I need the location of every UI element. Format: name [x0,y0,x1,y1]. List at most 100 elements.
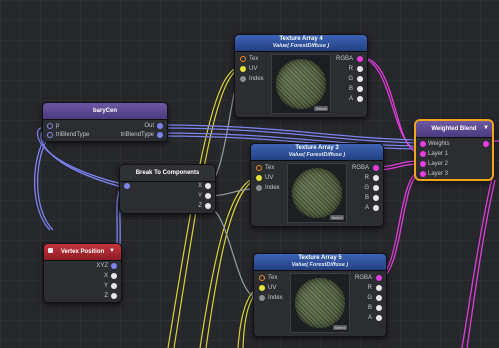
node-header[interactable]: baryCen [43,103,167,120]
index-input-label: Index [268,295,283,301]
z-output-label: Z [198,203,202,209]
b-output-label: B [367,305,372,311]
p-input-port[interactable] [47,123,53,129]
uv-input-port[interactable] [256,175,262,181]
b-output-label: B [364,195,369,201]
out-output-label: Out [144,123,154,129]
xyz-output-port[interactable] [111,263,117,269]
uv-input-port[interactable] [240,66,246,72]
node-header[interactable]: Vertex Position ▼ [44,244,121,261]
uv-input-label: UV [268,285,277,291]
texture-array-3-node[interactable]: Texture Array 3 Value( ForestDiffuse ) T… [250,143,384,227]
select-texture-button[interactable]: Select [314,106,328,111]
texture-disc [292,168,342,218]
xyz-output-label: XYZ [96,263,108,269]
barycen-node[interactable]: baryCen p triBlendType Out triBlendType [42,102,168,142]
out-output-port[interactable] [157,123,163,129]
weighted-blend-node[interactable]: Weighted Blend ▼ Weights Layer 1 Layer 2… [414,119,494,181]
layer-2-input-port[interactable] [420,161,426,167]
g-output-port[interactable] [373,185,379,191]
tex-input-port[interactable] [259,275,265,281]
triblendtype-output-port[interactable] [157,132,163,138]
node-subtitle: Value( ForestDiffuse ) [272,43,330,49]
uv-input-label: UV [265,175,274,181]
triblendtype-output-label: triBlendType [120,132,154,138]
g-output-port[interactable] [376,295,382,301]
r-output-label: R [364,175,369,181]
node-header[interactable]: Texture Array 4 Value( ForestDiffuse ) [235,35,367,52]
y-output-port[interactable] [205,193,211,199]
node-subtitle: Value( ForestDiffuse ) [288,152,346,158]
index-input-label: Index [249,76,264,82]
r-output-label: R [348,66,353,72]
r-output-port[interactable] [357,66,363,72]
z-output-label: Z [104,293,108,299]
uv-input-port[interactable] [259,285,265,291]
b-output-port[interactable] [376,305,382,311]
vertex-position-node[interactable]: Vertex Position ▼ XYZ X Y Z [43,243,122,303]
z-output-port[interactable] [205,203,211,209]
r-output-port[interactable] [376,285,382,291]
rgba-output-label: RGBA [354,275,372,281]
node-subtitle: Value( ForestDiffuse ) [291,262,349,268]
y-output-port[interactable] [111,283,117,289]
layer-1-input-label: Layer 1 [428,151,449,157]
tex-input-label: Tex [249,56,259,62]
node-title: Vertex Position [60,248,105,255]
node-header[interactable]: Break To Components [120,165,215,182]
node-title: Break To Components [135,169,200,176]
vector-input-port[interactable] [124,183,130,189]
index-input-port[interactable] [240,76,246,82]
g-output-label: G [364,185,369,191]
index-input-port[interactable] [259,295,265,301]
x-output-label: X [197,183,202,189]
node-header[interactable]: Texture Array 5 Value( ForestDiffuse ) [254,254,386,271]
rgba-output-port[interactable] [376,275,382,281]
a-output-port[interactable] [376,315,382,321]
texture-preview[interactable]: Select [287,163,347,223]
index-input-label: Index [265,185,280,191]
node-title: baryCen [92,107,117,114]
p-input-label: p [56,123,60,129]
y-output-label: Y [197,193,202,199]
rgba-output-port[interactable] [357,56,363,62]
vertex-node-icon [48,248,53,253]
layer-1-input-port[interactable] [420,151,426,157]
x-output-port[interactable] [205,183,211,189]
b-output-label: B [348,86,353,92]
texture-array-4-node[interactable]: Texture Array 4 Value( ForestDiffuse ) T… [234,34,368,118]
layer-3-input-port[interactable] [420,171,426,177]
select-texture-button[interactable]: Select [333,325,347,330]
tex-input-port[interactable] [240,56,246,62]
x-output-label: X [103,273,108,279]
tex-input-label: Tex [265,165,275,171]
texture-array-5-node[interactable]: Texture Array 5 Value( ForestDiffuse ) T… [253,253,387,337]
uv-input-label: UV [249,66,258,72]
g-output-port[interactable] [357,76,363,82]
select-texture-button[interactable]: Select [330,215,344,220]
collapse-arrow-icon[interactable]: ▼ [483,125,489,132]
texture-disc [276,59,326,109]
node-header[interactable]: Weighted Blend ▼ [416,121,492,138]
texture-preview[interactable]: Select [271,54,331,114]
rgba-output-port[interactable] [373,165,379,171]
b-output-port[interactable] [357,86,363,92]
node-title: Texture Array 3 [295,145,339,151]
node-header[interactable]: Texture Array 3 Value( ForestDiffuse ) [251,144,383,161]
weights-input-port[interactable] [420,141,426,147]
blend-output-port[interactable] [483,141,489,147]
texture-preview[interactable]: Select [290,273,350,333]
rgba-output-label: RGBA [335,56,353,62]
z-output-port[interactable] [111,293,117,299]
b-output-port[interactable] [373,195,379,201]
layer-3-input-label: Layer 3 [428,171,449,177]
triblendtype-input-port[interactable] [47,132,53,138]
tex-input-port[interactable] [256,165,262,171]
x-output-port[interactable] [111,273,117,279]
collapse-arrow-icon[interactable]: ▼ [109,248,115,255]
index-input-port[interactable] [256,185,262,191]
break-to-components-node[interactable]: Break To Components X Y Z [119,164,216,214]
a-output-port[interactable] [357,96,363,102]
r-output-port[interactable] [373,175,379,181]
a-output-port[interactable] [373,205,379,211]
